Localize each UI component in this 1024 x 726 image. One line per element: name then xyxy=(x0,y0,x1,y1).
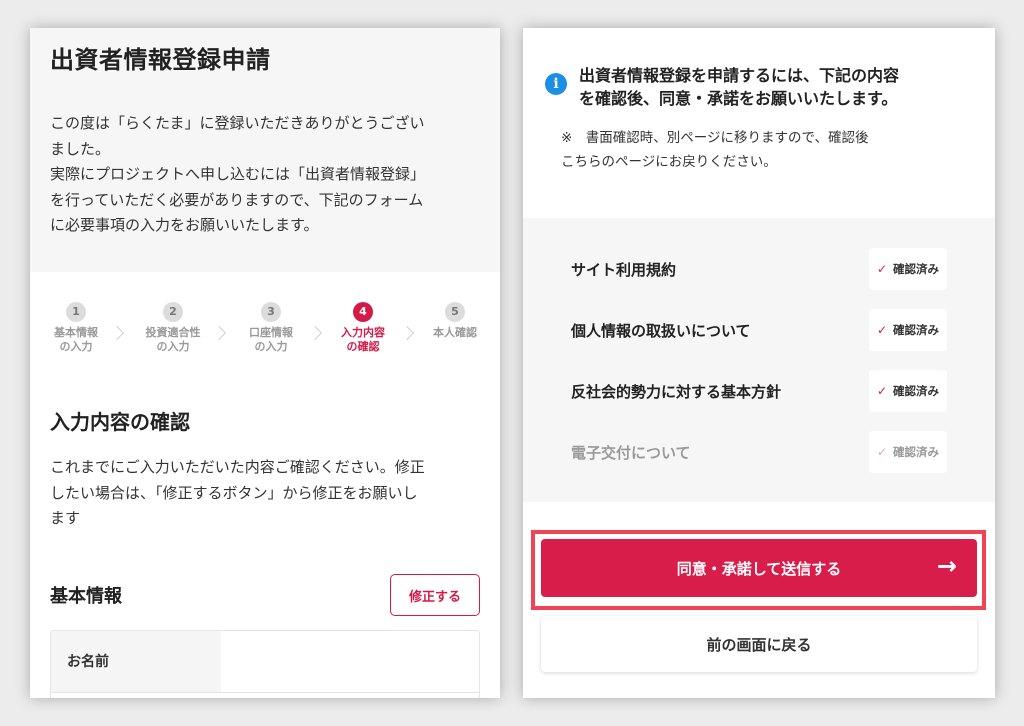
intro-line: に必要事項の入力をお願いいたします。 xyxy=(50,216,319,234)
right-panel: i 出資者情報登録を申請するには、下記の内容 を確認後、同意・承諾をお願いいたし… xyxy=(523,28,995,698)
step-2: 2 投資適合性 の入力 xyxy=(128,302,218,354)
confirmed-badge: ✓ 確認済み xyxy=(869,309,947,351)
step-label: 入力内容 の確認 xyxy=(341,326,385,353)
step-indicator: 1 基本情報 の入力 2 投資適合性 の入力 3 口座情報 の入力 4 入力内容 の確認… xyxy=(30,272,500,382)
submit-button-label: 同意・承諾して送信する xyxy=(676,559,842,578)
step-number: 3 xyxy=(261,302,281,322)
intro-line: この度は「らくたま」に登録いただきありがとうござい xyxy=(50,114,425,132)
agreement-label[interactable]: 個人情報の取扱いについて xyxy=(571,320,751,341)
intro-line: 実際にプロジェクトへ申し込むには「出資者情報登録」 xyxy=(50,165,426,183)
step-3: 3 口座情報 の入力 xyxy=(226,302,316,354)
confirmed-badge: ✓ 確認済み xyxy=(869,370,947,412)
page-title: 出資者情報登録申請 xyxy=(50,46,271,74)
step-1: 1 基本情報 の入力 xyxy=(31,302,121,354)
confirmed-badge: ✓ 確認済み xyxy=(869,431,947,473)
name-value xyxy=(221,631,479,692)
step-number: 4 xyxy=(353,302,373,322)
confirm-section-title: 入力内容の確認 xyxy=(50,410,190,434)
step-4: 4 入力内容 の確認 xyxy=(318,302,408,354)
step-number: 2 xyxy=(163,302,183,322)
step-label: 基本情報 の入力 xyxy=(54,326,98,353)
table-row: お名前 xyxy=(51,631,479,693)
step-number: 5 xyxy=(445,302,465,322)
step-5: 5 本人確認 xyxy=(410,302,500,340)
step-number: 1 xyxy=(66,302,86,322)
notice-header: i 出資者情報登録を申請するには、下記の内容 を確認後、同意・承諾をお願いいたし… xyxy=(545,64,971,110)
confirm-line: ます xyxy=(50,509,81,527)
notice-title: 出資者情報登録を申請するには、下記の内容 を確認後、同意・承諾をお願いいたします… xyxy=(579,66,900,108)
check-icon: ✓ xyxy=(876,445,888,459)
arrow-right-icon: → xyxy=(936,552,957,580)
agreement-antisocial-policy[interactable]: 反社会的勢力に対する基本方針 ✓ 確認済み xyxy=(571,370,947,412)
confirm-description: これまでにご入力いただいた内容ご確認ください。修正 したい場合は、「修正するボタ… xyxy=(50,455,480,532)
agreement-site-terms[interactable]: サイト利用規約 ✓ 確認済み xyxy=(571,248,947,290)
check-icon: ✓ xyxy=(876,262,888,276)
step-label: 本人確認 xyxy=(433,326,477,339)
name-label: お名前 xyxy=(51,631,221,692)
notice-note: ※ 書面確認時、別ページに移りますので、確認後 こちらのページにお戻りください。 xyxy=(561,130,869,170)
intro-line: を行っていただく必要がありますので、下記のフォーム xyxy=(50,190,424,209)
check-icon: ✓ xyxy=(876,384,888,398)
basic-info-table: お名前 xyxy=(50,630,480,698)
agreement-label[interactable]: サイト利用規約 xyxy=(571,259,676,280)
confirmed-badge: ✓ 確認済み xyxy=(869,248,947,290)
intro-line: ました。 xyxy=(50,139,111,158)
edit-button[interactable]: 修正する xyxy=(390,574,480,616)
left-panel: 出資者情報登録申請 この度は「らくたま」に登録いただきありがとうござい ました。… xyxy=(30,28,500,698)
back-button[interactable]: 前の画面に戻る xyxy=(541,616,977,672)
confirm-line: これまでにご入力いただいた内容ご確認ください。修正 xyxy=(50,458,425,476)
basic-info-title: 基本情報 xyxy=(50,586,122,607)
intro-text: この度は「らくたま」に登録いただきありがとうござい ました。 実際にプロジェクト… xyxy=(50,111,480,239)
confirm-line: したい場合は、「修正するボタン」から修正をお願いし xyxy=(50,483,418,502)
check-icon: ✓ xyxy=(876,323,888,337)
agree-submit-button[interactable]: 同意・承諾して送信する → xyxy=(541,539,977,597)
agreement-list: サイト利用規約 ✓ 確認済み 個人情報の取扱いについて ✓ 確認済み 反社会的勢力に… xyxy=(523,218,995,502)
step-label: 投資適合性 の入力 xyxy=(145,326,201,353)
agreement-label[interactable]: 電子交付について xyxy=(571,442,691,463)
agreement-electronic-delivery[interactable]: 電子交付について ✓ 確認済み xyxy=(571,431,947,473)
info-icon: i xyxy=(545,73,567,95)
basic-info-header: 基本情報 修正する xyxy=(50,574,480,616)
step-label: 口座情報 の入力 xyxy=(249,326,293,353)
agreement-label[interactable]: 反社会的勢力に対する基本方針 xyxy=(571,381,781,402)
intro-section: 出資者情報登録申請 この度は「らくたま」に登録いただきありがとうござい ました。… xyxy=(30,28,500,272)
agreement-privacy[interactable]: 個人情報の取扱いについて ✓ 確認済み xyxy=(571,309,947,351)
notice-section: i 出資者情報登録を申請するには、下記の内容 を確認後、同意・承諾をお願いいたし… xyxy=(523,28,995,174)
